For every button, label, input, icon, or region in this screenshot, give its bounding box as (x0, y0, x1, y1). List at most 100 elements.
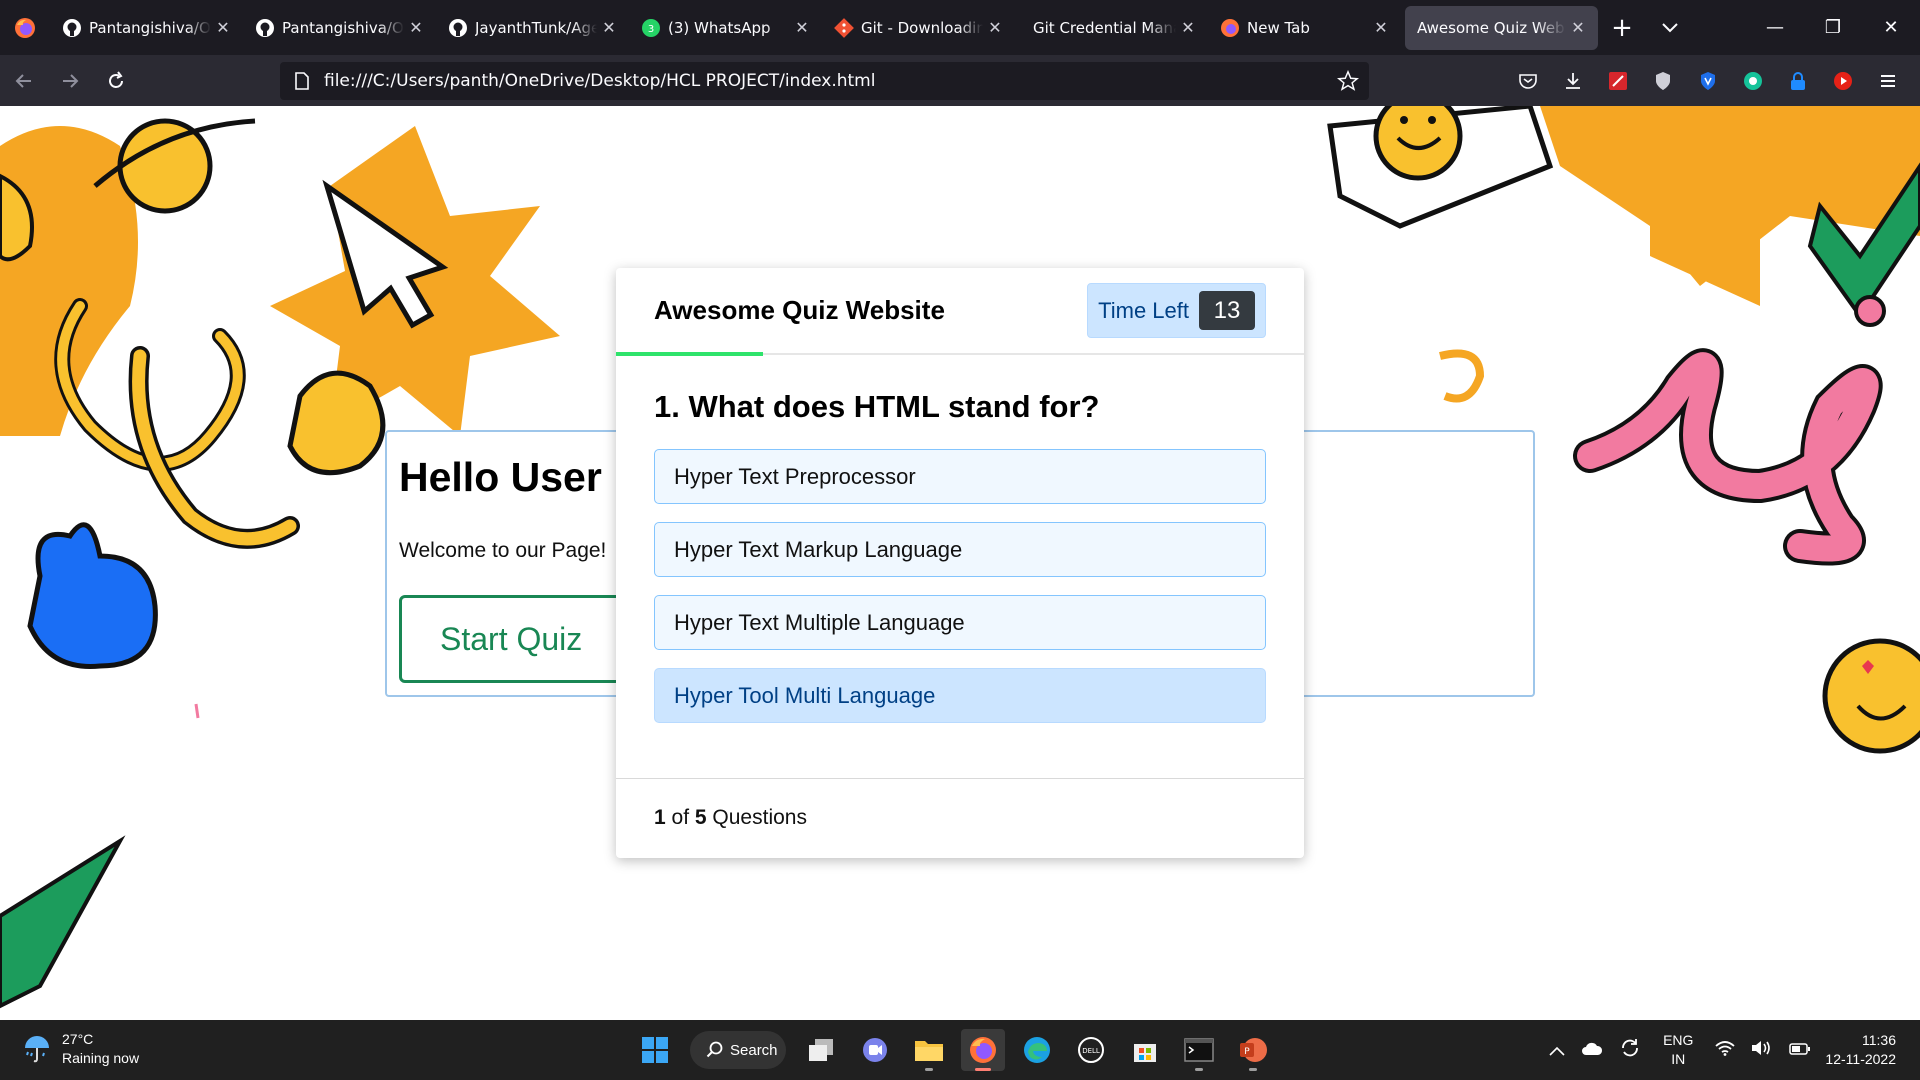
new-tab-icon[interactable]: + (1598, 6, 1646, 50)
terminal-icon[interactable] (1177, 1029, 1221, 1071)
vpn-shield-icon[interactable] (1685, 71, 1730, 91)
start-quiz-button[interactable]: Start Quiz (399, 595, 639, 683)
tab-git[interactable]: Git - Downloading ✕ (822, 6, 1015, 50)
task-view-icon[interactable] (799, 1029, 843, 1071)
tab-awesome-quiz[interactable]: Awesome Quiz Websit ✕ (1405, 5, 1598, 50)
quiz-footer: 1 of 5 Questions (616, 779, 1304, 856)
tab-label: (3) WhatsApp (668, 18, 771, 37)
option-hovered[interactable]: Hyper Tool Multi Language (654, 668, 1266, 723)
tab-strip: Pantangishiva/Onl ✕ Pantangishiva/Onl ✕ … (0, 0, 1920, 55)
back-icon[interactable] (2, 63, 46, 99)
tab-label: JayanthTunk/Age (475, 18, 597, 37)
file-explorer-icon[interactable] (907, 1029, 951, 1071)
tab-whatsapp[interactable]: 3 (3) WhatsApp ✕ (629, 6, 822, 50)
tab-new-tab[interactable]: New Tab ✕ (1208, 6, 1401, 50)
volume-icon[interactable] (1751, 1039, 1773, 1061)
quiz-box: Awesome Quiz Website Time Left 13 1. Wha… (616, 268, 1304, 858)
battery-icon[interactable] (1789, 1041, 1811, 1060)
bookmark-star-icon[interactable] (1337, 70, 1359, 92)
close-window-icon[interactable]: ✕ (1862, 0, 1920, 55)
onedrive-cloud-icon[interactable] (1581, 1041, 1603, 1060)
weather-widget[interactable]: 27°C Raining now (22, 1030, 139, 1068)
region-code: IN (1671, 1051, 1686, 1067)
running-indicator (1195, 1068, 1203, 1071)
question-section: 1. What does HTML stand for? Hyper Text … (616, 355, 1304, 779)
restore-icon[interactable]: ❐ (1804, 0, 1862, 55)
sync-icon[interactable] (1619, 1037, 1641, 1063)
git-icon (834, 17, 854, 38)
question-counter: 1 of 5 Questions (654, 806, 807, 830)
extension-red-icon[interactable] (1595, 71, 1640, 91)
tab-git-credential[interactable]: Git Credential Manage ✕ (1015, 6, 1208, 50)
language-code: ENG (1663, 1032, 1694, 1048)
option[interactable]: Hyper Text Multiple Language (654, 595, 1266, 650)
counter-label: Questions (712, 805, 807, 829)
shield-icon[interactable] (1640, 71, 1685, 91)
clock[interactable]: 11:36 12-11-2022 (1825, 1031, 1896, 1069)
total-questions-number: 5 (694, 805, 707, 829)
language-indicator[interactable]: ENG IN (1663, 1031, 1693, 1069)
option[interactable]: Hyper Text Markup Language (654, 522, 1266, 577)
weather-status: Raining now (62, 1050, 140, 1066)
firefox-menu-icon[interactable] (0, 0, 50, 55)
forward-icon[interactable] (48, 63, 92, 99)
edge-icon[interactable] (1015, 1029, 1059, 1071)
timer-label: Time Left (1098, 297, 1189, 323)
teams-chat-icon[interactable] (853, 1029, 897, 1071)
close-icon[interactable]: ✕ (1180, 18, 1196, 37)
address-bar[interactable]: file:///C:/Users/panth/OneDrive/Desktop/… (280, 62, 1369, 100)
close-icon[interactable]: ✕ (601, 18, 617, 37)
quiz-title: Awesome Quiz Website (654, 295, 945, 325)
windows-taskbar: 27°C Raining now Search DELL P ENG IN 11… (0, 1020, 1920, 1080)
windows-start-icon[interactable] (633, 1029, 677, 1071)
pocket-icon[interactable] (1505, 71, 1550, 91)
close-icon[interactable]: ✕ (215, 18, 231, 37)
github-icon (256, 18, 274, 37)
powerpoint-icon[interactable]: P (1231, 1029, 1275, 1071)
running-indicator (1249, 1068, 1257, 1071)
tab-label: Git - Downloading (861, 18, 983, 37)
question-text: 1. What does HTML stand for? (654, 389, 1100, 424)
close-icon[interactable]: ✕ (408, 18, 424, 37)
close-icon[interactable]: ✕ (987, 18, 1003, 37)
hamburger-menu-icon[interactable] (1865, 71, 1910, 91)
close-icon[interactable]: ✕ (794, 18, 810, 37)
close-icon[interactable]: ✕ (1570, 18, 1586, 37)
firefox-taskbar-icon[interactable] (961, 1029, 1005, 1071)
grammar-extension-icon[interactable] (1730, 71, 1775, 91)
clock-date: 12-11-2022 (1825, 1051, 1896, 1067)
extensions-toolbar (1505, 55, 1910, 106)
reload-icon[interactable] (94, 63, 138, 99)
tab-github-2[interactable]: Pantangishiva/Onl ✕ (243, 6, 436, 50)
close-icon[interactable]: ✕ (1373, 18, 1389, 37)
tab-label: Git Credential Manage (1033, 18, 1176, 37)
search-label: Search (730, 1041, 778, 1059)
youtube-extension-icon[interactable] (1820, 71, 1865, 91)
github-icon (63, 18, 81, 37)
navigation-toolbar: file:///C:/Users/panth/OneDrive/Desktop/… (0, 55, 1920, 106)
temperature: 27°C (62, 1031, 94, 1047)
firefox-icon (1221, 18, 1239, 37)
current-question-number: 1 (654, 805, 666, 829)
wifi-icon[interactable] (1715, 1040, 1736, 1060)
option[interactable]: Hyper Text Preprocessor (654, 449, 1266, 504)
window-controls: — ❐ ✕ (1746, 0, 1920, 55)
svg-text:DELL: DELL (1082, 1047, 1100, 1055)
chevron-down-icon[interactable] (1646, 6, 1694, 50)
minimize-icon[interactable]: — (1746, 0, 1804, 55)
svg-text:P: P (1244, 1047, 1250, 1057)
downloads-icon[interactable] (1550, 71, 1595, 91)
option-list: Hyper Text Preprocessor Hyper Text Marku… (654, 449, 1266, 723)
page-icon (295, 72, 309, 90)
time-progress-line (616, 352, 763, 356)
microsoft-store-icon[interactable] (1123, 1029, 1167, 1071)
lock-icon[interactable] (1775, 71, 1820, 91)
clock-time: 11:36 (1862, 1032, 1896, 1048)
search-icon (706, 1041, 723, 1058)
tab-github-1[interactable]: Pantangishiva/Onl ✕ (50, 6, 243, 50)
tab-github-3[interactable]: JayanthTunk/Age ✕ (436, 6, 629, 50)
taskbar-search[interactable]: Search (690, 1031, 786, 1069)
url-text[interactable]: file:///C:/Users/panth/OneDrive/Desktop/… (324, 71, 875, 91)
dell-icon[interactable]: DELL (1069, 1029, 1113, 1071)
chevron-up-icon[interactable] (1549, 1041, 1565, 1060)
